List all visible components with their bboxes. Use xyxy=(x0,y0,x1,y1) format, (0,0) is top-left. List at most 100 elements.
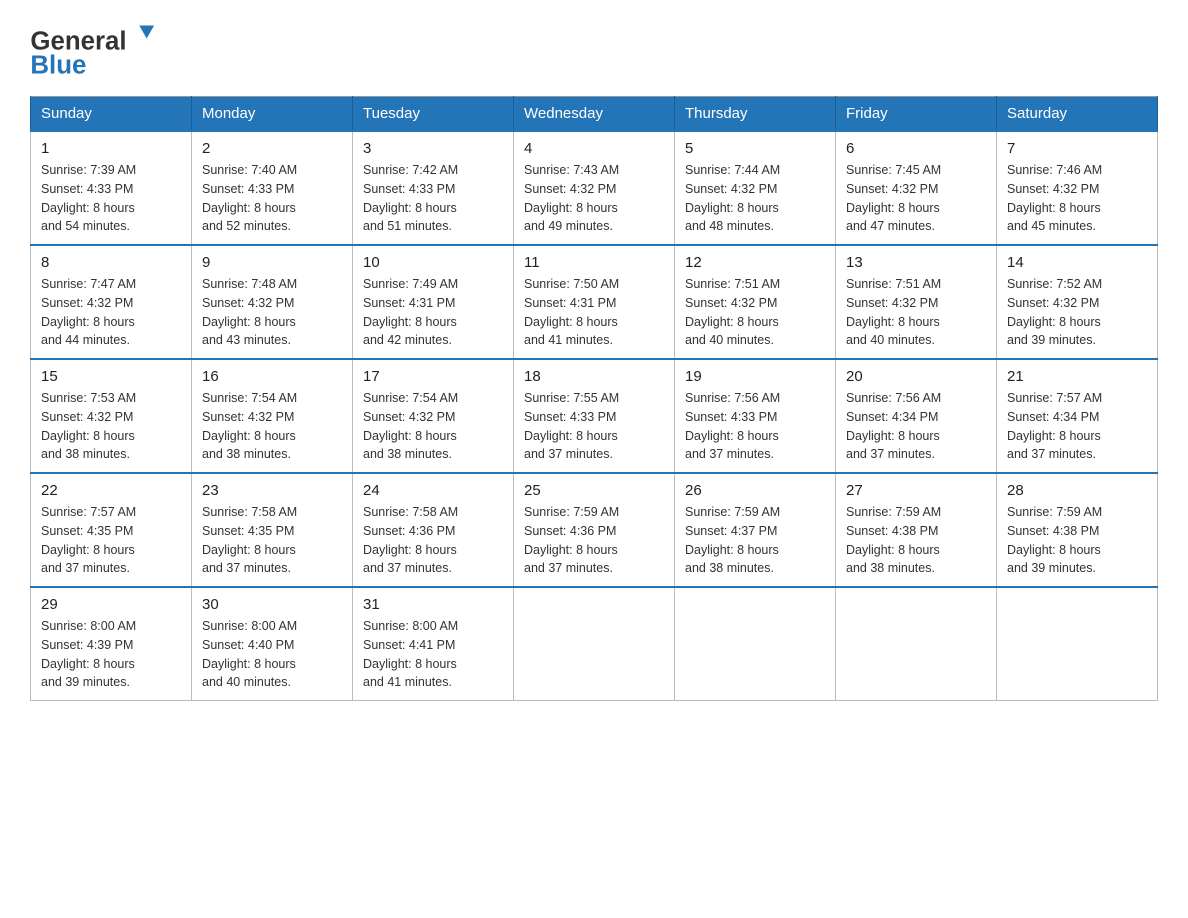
calendar-cell: 6 Sunrise: 7:45 AMSunset: 4:32 PMDaylight… xyxy=(836,131,997,245)
calendar-cell: 12 Sunrise: 7:51 AMSunset: 4:32 PMDayligh… xyxy=(675,245,836,359)
day-info: Sunrise: 7:51 AMSunset: 4:32 PMDaylight:… xyxy=(685,275,825,350)
day-number: 18 xyxy=(524,368,664,385)
day-info: Sunrise: 7:47 AMSunset: 4:32 PMDaylight:… xyxy=(41,275,181,350)
calendar-cell: 30Sunrise: 8:00 AMSunset: 4:40 PMDayligh… xyxy=(192,587,353,701)
day-number: 7 xyxy=(1007,140,1147,157)
calendar-week-row: 1 Sunrise: 7:39 AMSunset: 4:33 PMDaylight… xyxy=(31,131,1158,245)
col-header-monday: Monday xyxy=(192,97,353,132)
calendar-week-row: 15Sunrise: 7:53 AMSunset: 4:32 PMDayligh… xyxy=(31,359,1158,473)
day-info: Sunrise: 8:00 AMSunset: 4:41 PMDaylight:… xyxy=(363,617,503,692)
day-info: Sunrise: 7:49 AMSunset: 4:31 PMDaylight:… xyxy=(363,275,503,350)
day-number: 11 xyxy=(524,254,664,271)
calendar-cell: 19 Sunrise: 7:56 AMSunset: 4:33 PMDayligh… xyxy=(675,359,836,473)
day-info: Sunrise: 8:00 AMSunset: 4:40 PMDaylight:… xyxy=(202,617,342,692)
calendar-cell: 31 Sunrise: 8:00 AMSunset: 4:41 PMDayligh… xyxy=(353,587,514,701)
calendar-table: SundayMondayTuesdayWednesdayThursdayFrid… xyxy=(30,96,1158,701)
day-number: 23 xyxy=(202,482,342,499)
col-header-sunday: Sunday xyxy=(31,97,192,132)
calendar-cell: 29 Sunrise: 8:00 AMSunset: 4:39 PMDayligh… xyxy=(31,587,192,701)
day-number: 19 xyxy=(685,368,825,385)
day-number: 8 xyxy=(41,254,181,271)
day-number: 5 xyxy=(685,140,825,157)
calendar-cell: 18 Sunrise: 7:55 AMSunset: 4:33 PMDayligh… xyxy=(514,359,675,473)
day-number: 21 xyxy=(1007,368,1147,385)
calendar-cell: 7 Sunrise: 7:46 AMSunset: 4:32 PMDaylight… xyxy=(997,131,1158,245)
day-info: Sunrise: 7:42 AMSunset: 4:33 PMDaylight:… xyxy=(363,161,503,236)
day-info: Sunrise: 7:59 AMSunset: 4:36 PMDaylight:… xyxy=(524,503,664,578)
calendar-cell: 11Sunrise: 7:50 AMSunset: 4:31 PMDayligh… xyxy=(514,245,675,359)
col-header-friday: Friday xyxy=(836,97,997,132)
day-number: 12 xyxy=(685,254,825,271)
day-info: Sunrise: 7:58 AMSunset: 4:36 PMDaylight:… xyxy=(363,503,503,578)
day-number: 20 xyxy=(846,368,986,385)
day-number: 16 xyxy=(202,368,342,385)
svg-text:Blue: Blue xyxy=(30,52,86,80)
col-header-saturday: Saturday xyxy=(997,97,1158,132)
day-info: Sunrise: 7:40 AMSunset: 4:33 PMDaylight:… xyxy=(202,161,342,236)
day-info: Sunrise: 7:45 AMSunset: 4:32 PMDaylight:… xyxy=(846,161,986,236)
calendar-cell: 8 Sunrise: 7:47 AMSunset: 4:32 PMDaylight… xyxy=(31,245,192,359)
calendar-cell: 22 Sunrise: 7:57 AMSunset: 4:35 PMDayligh… xyxy=(31,473,192,587)
day-info: Sunrise: 7:56 AMSunset: 4:33 PMDaylight:… xyxy=(685,389,825,464)
day-info: Sunrise: 7:58 AMSunset: 4:35 PMDaylight:… xyxy=(202,503,342,578)
day-number: 17 xyxy=(363,368,503,385)
day-info: Sunrise: 7:59 AMSunset: 4:38 PMDaylight:… xyxy=(1007,503,1147,578)
calendar-cell: 10Sunrise: 7:49 AMSunset: 4:31 PMDayligh… xyxy=(353,245,514,359)
day-info: Sunrise: 8:00 AMSunset: 4:39 PMDaylight:… xyxy=(41,617,181,692)
day-info: Sunrise: 7:52 AMSunset: 4:32 PMDaylight:… xyxy=(1007,275,1147,350)
calendar-cell: 26Sunrise: 7:59 AMSunset: 4:37 PMDayligh… xyxy=(675,473,836,587)
calendar-cell: 17 Sunrise: 7:54 AMSunset: 4:32 PMDayligh… xyxy=(353,359,514,473)
calendar-cell xyxy=(997,587,1158,701)
calendar-week-row: 8 Sunrise: 7:47 AMSunset: 4:32 PMDaylight… xyxy=(31,245,1158,359)
col-header-wednesday: Wednesday xyxy=(514,97,675,132)
calendar-cell: 20 Sunrise: 7:56 AMSunset: 4:34 PMDayligh… xyxy=(836,359,997,473)
day-number: 1 xyxy=(41,140,181,157)
logo-svg: General Blue xyxy=(30,20,160,80)
day-info: Sunrise: 7:55 AMSunset: 4:33 PMDaylight:… xyxy=(524,389,664,464)
day-number: 25 xyxy=(524,482,664,499)
day-info: Sunrise: 7:54 AMSunset: 4:32 PMDaylight:… xyxy=(363,389,503,464)
calendar-cell xyxy=(675,587,836,701)
calendar-cell: 27 Sunrise: 7:59 AMSunset: 4:38 PMDayligh… xyxy=(836,473,997,587)
day-info: Sunrise: 7:43 AMSunset: 4:32 PMDaylight:… xyxy=(524,161,664,236)
calendar-cell: 4 Sunrise: 7:43 AMSunset: 4:32 PMDaylight… xyxy=(514,131,675,245)
calendar-week-row: 22 Sunrise: 7:57 AMSunset: 4:35 PMDayligh… xyxy=(31,473,1158,587)
day-number: 4 xyxy=(524,140,664,157)
day-info: Sunrise: 7:59 AMSunset: 4:38 PMDaylight:… xyxy=(846,503,986,578)
day-info: Sunrise: 7:53 AMSunset: 4:32 PMDaylight:… xyxy=(41,389,181,464)
day-number: 31 xyxy=(363,596,503,613)
day-number: 22 xyxy=(41,482,181,499)
calendar-cell: 15Sunrise: 7:53 AMSunset: 4:32 PMDayligh… xyxy=(31,359,192,473)
calendar-cell: 14 Sunrise: 7:52 AMSunset: 4:32 PMDayligh… xyxy=(997,245,1158,359)
day-number: 6 xyxy=(846,140,986,157)
col-header-tuesday: Tuesday xyxy=(353,97,514,132)
day-number: 2 xyxy=(202,140,342,157)
calendar-cell: 2 Sunrise: 7:40 AMSunset: 4:33 PMDaylight… xyxy=(192,131,353,245)
calendar-cell: 3 Sunrise: 7:42 AMSunset: 4:33 PMDaylight… xyxy=(353,131,514,245)
calendar-cell: 1 Sunrise: 7:39 AMSunset: 4:33 PMDaylight… xyxy=(31,131,192,245)
day-number: 3 xyxy=(363,140,503,157)
col-header-thursday: Thursday xyxy=(675,97,836,132)
day-number: 24 xyxy=(363,482,503,499)
day-number: 27 xyxy=(846,482,986,499)
calendar-cell: 5Sunrise: 7:44 AMSunset: 4:32 PMDaylight… xyxy=(675,131,836,245)
calendar-cell: 16 Sunrise: 7:54 AMSunset: 4:32 PMDayligh… xyxy=(192,359,353,473)
page-header: General Blue xyxy=(30,20,1158,80)
day-number: 14 xyxy=(1007,254,1147,271)
day-info: Sunrise: 7:46 AMSunset: 4:32 PMDaylight:… xyxy=(1007,161,1147,236)
day-info: Sunrise: 7:48 AMSunset: 4:32 PMDaylight:… xyxy=(202,275,342,350)
day-number: 9 xyxy=(202,254,342,271)
calendar-cell: 25 Sunrise: 7:59 AMSunset: 4:36 PMDayligh… xyxy=(514,473,675,587)
day-number: 29 xyxy=(41,596,181,613)
day-info: Sunrise: 7:39 AMSunset: 4:33 PMDaylight:… xyxy=(41,161,181,236)
day-info: Sunrise: 7:54 AMSunset: 4:32 PMDaylight:… xyxy=(202,389,342,464)
calendar-cell: 28Sunrise: 7:59 AMSunset: 4:38 PMDayligh… xyxy=(997,473,1158,587)
calendar-cell: 24 Sunrise: 7:58 AMSunset: 4:36 PMDayligh… xyxy=(353,473,514,587)
logo: General Blue xyxy=(30,20,160,80)
calendar-cell: 21 Sunrise: 7:57 AMSunset: 4:34 PMDayligh… xyxy=(997,359,1158,473)
day-info: Sunrise: 7:57 AMSunset: 4:34 PMDaylight:… xyxy=(1007,389,1147,464)
calendar-cell xyxy=(836,587,997,701)
day-info: Sunrise: 7:57 AMSunset: 4:35 PMDaylight:… xyxy=(41,503,181,578)
calendar-week-row: 29 Sunrise: 8:00 AMSunset: 4:39 PMDayligh… xyxy=(31,587,1158,701)
day-info: Sunrise: 7:56 AMSunset: 4:34 PMDaylight:… xyxy=(846,389,986,464)
